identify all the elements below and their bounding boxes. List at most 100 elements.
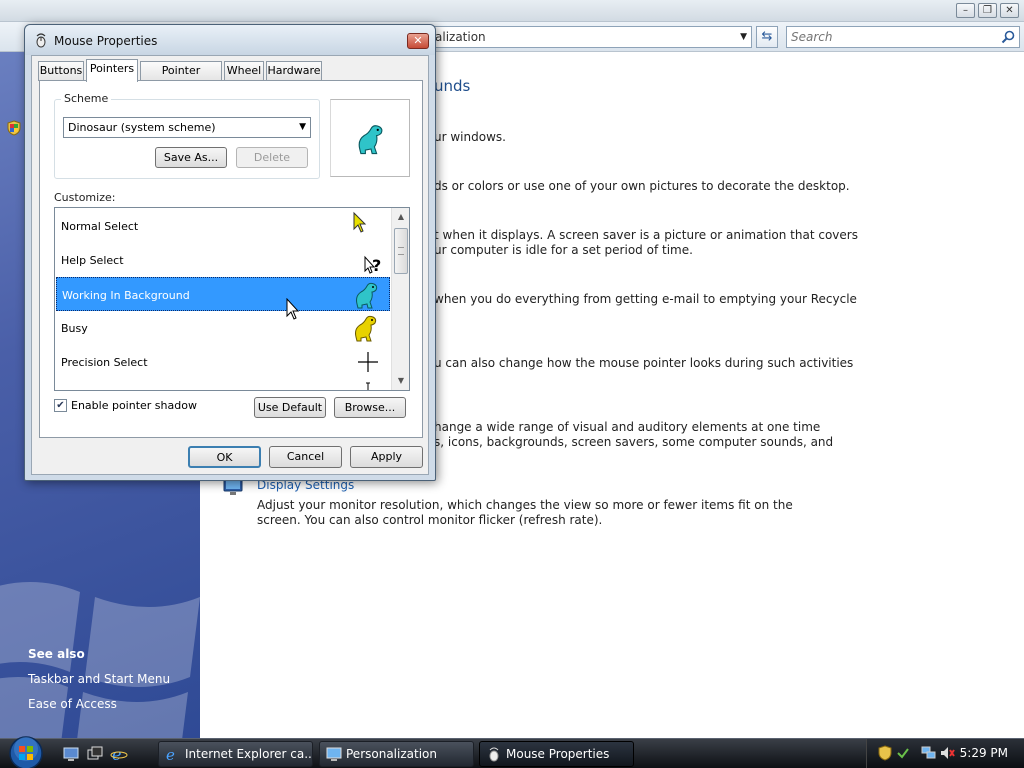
content-text: ds or colors or use one of your own pict… <box>434 179 850 193</box>
list-item-label: Busy <box>61 322 88 335</box>
address-bar[interactable]: alization ▼ <box>430 26 752 48</box>
address-text: alization <box>435 30 486 44</box>
network-icon[interactable] <box>921 745 937 761</box>
search-input[interactable] <box>787 27 997 47</box>
see-also-heading: See also <box>28 647 85 661</box>
mouse-properties-dialog: Mouse Properties ✕ Buttons Pointers Poin… <box>24 24 436 481</box>
delete-button[interactable]: Delete <box>236 147 308 168</box>
svg-text:e: e <box>112 745 121 763</box>
restore-button[interactable]: ❐ <box>978 3 997 18</box>
close-button[interactable]: ✕ <box>1000 3 1019 18</box>
task-button-label: Mouse Properties <box>506 747 610 761</box>
search-box[interactable] <box>786 26 1020 48</box>
mouse-icon <box>36 33 46 48</box>
content-text: hange a wide range of visual and auditor… <box>434 420 821 434</box>
ok-button[interactable]: OK <box>188 446 261 468</box>
tab-buttons[interactable]: Buttons <box>38 61 84 81</box>
start-button[interactable] <box>6 735 46 768</box>
list-item-text-select[interactable] <box>56 379 390 390</box>
windows-update-icon[interactable] <box>895 745 911 761</box>
customize-label: Customize: <box>54 191 116 204</box>
use-default-button[interactable]: Use Default <box>254 397 326 418</box>
page-title: unds <box>434 77 471 95</box>
list-item-busy[interactable]: Busy <box>56 311 390 345</box>
ie-icon: e <box>166 746 175 762</box>
dialog-titlebar[interactable]: Mouse Properties ✕ <box>25 25 435 55</box>
help-cursor-icon: ? <box>364 255 381 275</box>
taskbar: e e Internet Explorer ca... Personalizat… <box>0 735 1024 768</box>
tab-hardware[interactable]: Hardware <box>266 61 322 81</box>
cursor-list[interactable]: Normal Select Help Select ? Working In B… <box>54 207 410 391</box>
content-text: t when it displays. A screen saver is a … <box>434 228 858 242</box>
internet-explorer-icon[interactable]: e <box>110 745 128 763</box>
crosshair-icon <box>358 352 378 372</box>
system-tray: 5:29 PM <box>866 739 1024 768</box>
content-text: ur windows. <box>434 130 506 144</box>
tab-pointers[interactable]: Pointers <box>86 59 138 82</box>
scheme-label: Scheme <box>61 92 112 105</box>
svg-text:e: e <box>166 746 175 762</box>
security-shield-icon[interactable] <box>877 745 893 761</box>
list-item-normal-select[interactable]: Normal Select <box>56 209 390 243</box>
list-scrollbar[interactable]: ▲ ▼ <box>391 208 409 390</box>
scheme-selected-value: Dinosaur (system scheme) <box>68 121 216 134</box>
task-button-personalization[interactable]: Personalization <box>319 741 474 767</box>
task-button-internet-explorer[interactable]: e Internet Explorer ca... <box>158 741 313 767</box>
dinosaur-cursor-icon <box>356 282 378 309</box>
list-item-label: Working In Background <box>62 289 190 302</box>
arrow-cursor-icon <box>353 211 367 233</box>
minimize-button[interactable]: – <box>956 3 975 18</box>
list-item-help-select[interactable]: Help Select ? <box>56 243 390 277</box>
display-settings-description: Adjust your monitor resolution, which ch… <box>257 498 793 527</box>
yellow-dinosaur-icon <box>355 315 377 342</box>
scheme-dropdown[interactable]: Dinosaur (system scheme) ▼ <box>63 117 311 138</box>
svg-text:?: ? <box>372 256 381 275</box>
control-panel-titlebar: – ❐ ✕ <box>0 0 1024 22</box>
task-button-label: Internet Explorer ca... <box>185 747 313 761</box>
list-item-label: Help Select <box>61 254 124 267</box>
pointers-tab-panel: Scheme Dinosaur (system scheme) ▼ Save A… <box>39 80 423 438</box>
search-icon[interactable] <box>1001 30 1015 44</box>
text-cursor-icon <box>366 382 370 390</box>
content-text: ur computer is idle for a set period of … <box>434 243 693 257</box>
task-button-label: Personalization <box>346 747 437 761</box>
chevron-down-icon: ▼ <box>299 122 306 132</box>
task-button-mouse-properties[interactable]: Mouse Properties <box>479 741 634 767</box>
tab-wheel[interactable]: Wheel <box>224 61 264 81</box>
list-item-label: Precision Select <box>61 356 148 369</box>
tab-pointer-options[interactable]: Pointer Options <box>140 61 222 95</box>
scroll-up-icon[interactable]: ▲ <box>394 210 408 224</box>
dialog-body: Buttons Pointers Pointer Options Wheel H… <box>31 55 429 475</box>
save-as-button[interactable]: Save As... <box>155 147 227 168</box>
browse-button[interactable]: Browse... <box>334 397 406 418</box>
cursor-preview <box>330 99 410 177</box>
mouse-icon <box>489 747 499 762</box>
content-text: when you do everything from getting e-ma… <box>434 292 857 306</box>
shield-icon <box>7 120 21 136</box>
switch-windows-icon[interactable] <box>86 745 104 763</box>
control-panel-icon <box>326 747 342 761</box>
dinosaur-cursor-icon <box>358 125 383 155</box>
enable-pointer-shadow-label: Enable pointer shadow <box>71 399 197 412</box>
list-item-precision-select[interactable]: Precision Select <box>56 345 390 379</box>
enable-pointer-shadow-checkbox[interactable]: ✔ <box>54 399 67 412</box>
list-item-working-in-background[interactable]: Working In Background <box>56 277 390 311</box>
show-desktop-icon[interactable] <box>62 745 80 763</box>
sidebar-link-taskbar[interactable]: Taskbar and Start Menu <box>28 672 170 686</box>
content-text: u can also change how the mouse pointer … <box>434 356 854 370</box>
volume-muted-icon[interactable] <box>939 745 955 761</box>
dialog-close-button[interactable]: ✕ <box>407 33 429 49</box>
content-text: s, icons, backgrounds, screen savers, so… <box>434 435 834 449</box>
list-item-label: Normal Select <box>61 220 139 233</box>
scheme-group: Scheme Dinosaur (system scheme) ▼ Save A… <box>54 92 320 179</box>
dialog-title: Mouse Properties <box>54 34 158 48</box>
clock[interactable]: 5:29 PM <box>960 746 1008 760</box>
scroll-down-icon[interactable]: ▼ <box>394 374 408 388</box>
refresh-button[interactable]: ⇆ <box>756 26 778 48</box>
mouse-pointer-icon <box>286 298 300 320</box>
address-dropdown-icon[interactable]: ▼ <box>740 27 747 47</box>
cancel-button[interactable]: Cancel <box>269 446 342 468</box>
apply-button[interactable]: Apply <box>350 446 423 468</box>
scroll-thumb[interactable] <box>394 228 408 274</box>
sidebar-link-ease-of-access[interactable]: Ease of Access <box>28 697 117 711</box>
